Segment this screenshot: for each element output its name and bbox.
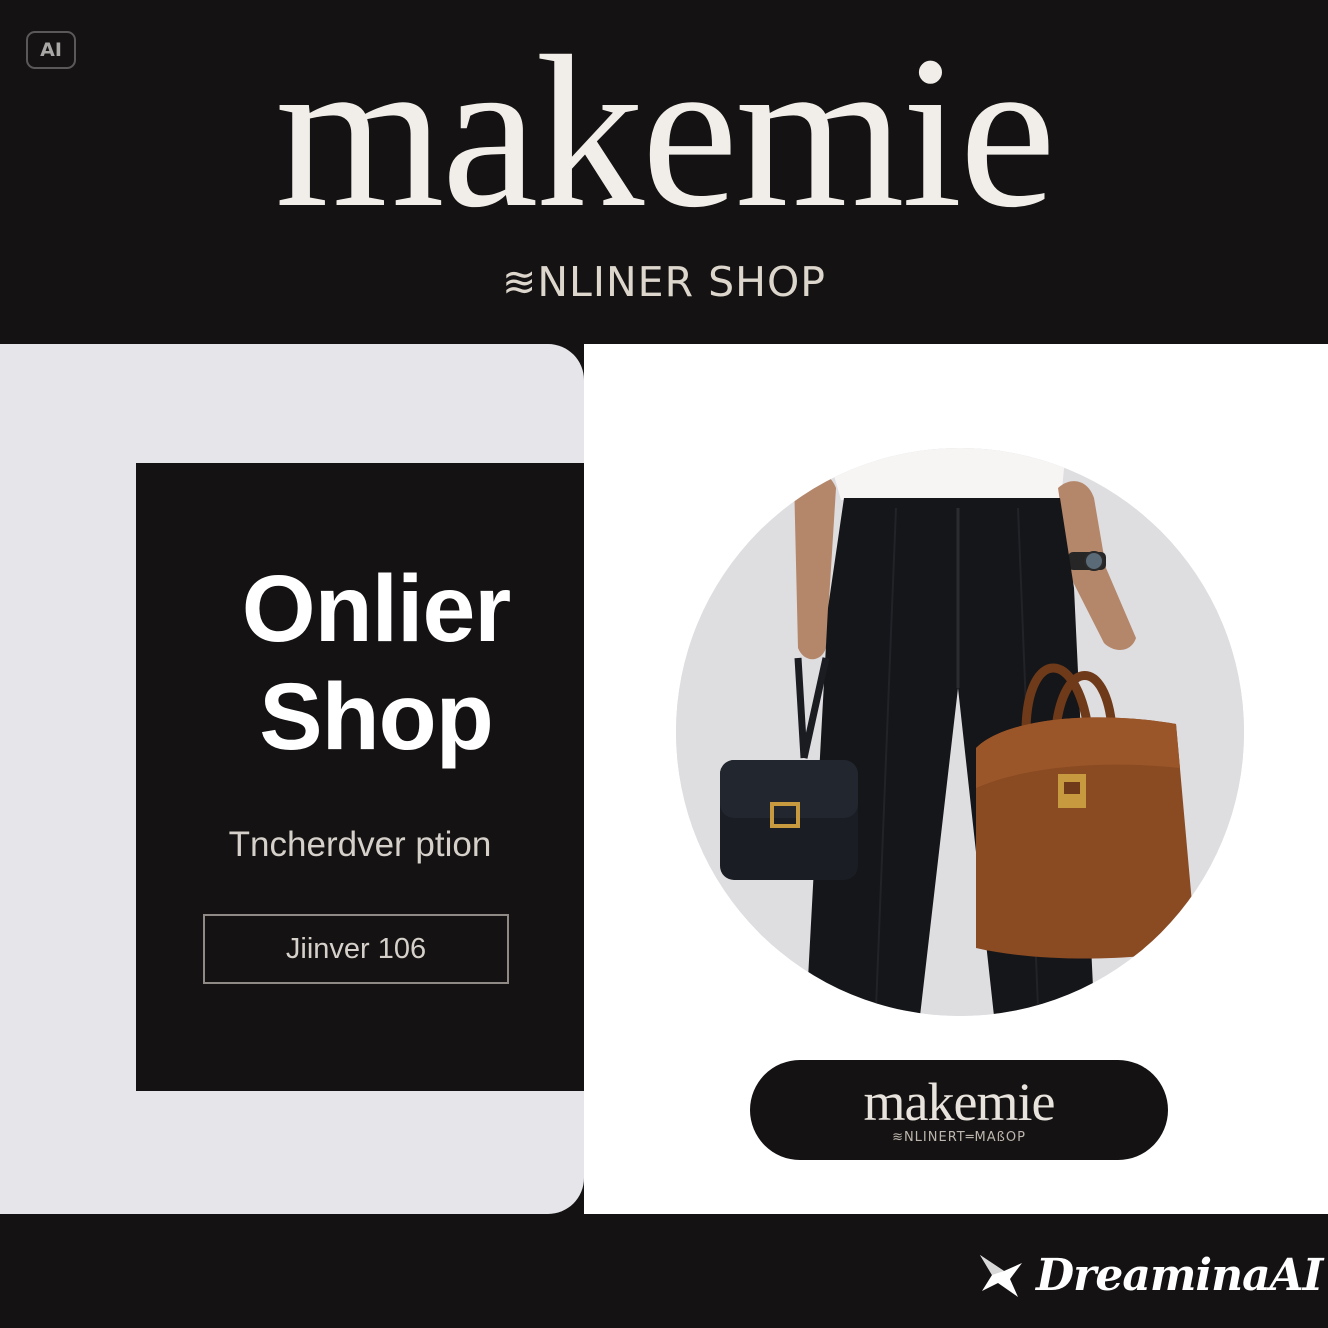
brand-tagline: ≋NLINER SHOP — [0, 258, 1328, 306]
shirt — [826, 448, 1066, 500]
product-photo-illustration — [676, 448, 1244, 1016]
logo-pill: makemie ≋NLINERT═MAßOP — [750, 1060, 1168, 1160]
dreamina-watermark: DreaminaAI — [974, 1240, 1323, 1310]
promo-card: Onlier Shop Tncherdver ption Jiinver 106 — [136, 463, 584, 1091]
product-photo — [676, 448, 1244, 1016]
logo-pill-brand: makemie — [863, 1072, 1056, 1132]
promo-title-line1: Onlier — [241, 556, 512, 662]
promo-title-line2: Shop — [259, 664, 493, 770]
watermark-text: DreaminaAI — [1036, 1249, 1323, 1301]
dreamina-logo-icon — [980, 1255, 1022, 1297]
promo-cta-button[interactable]: Jiinver 106 — [203, 914, 509, 984]
right-panel: makemie ≋NLINERT═MAßOP — [584, 344, 1328, 1214]
tagline-text: NLINER SHOP — [537, 258, 826, 306]
logo-pill-tagline: ≋NLINERT═MAßOP — [892, 1130, 1026, 1145]
promo-subtitle: Tncherdver ption — [228, 825, 492, 864]
promo-title: Onlier Shop — [176, 555, 576, 771]
tagline-glyph: ≋ — [502, 258, 538, 306]
brand-title: makemie — [275, 12, 1056, 253]
